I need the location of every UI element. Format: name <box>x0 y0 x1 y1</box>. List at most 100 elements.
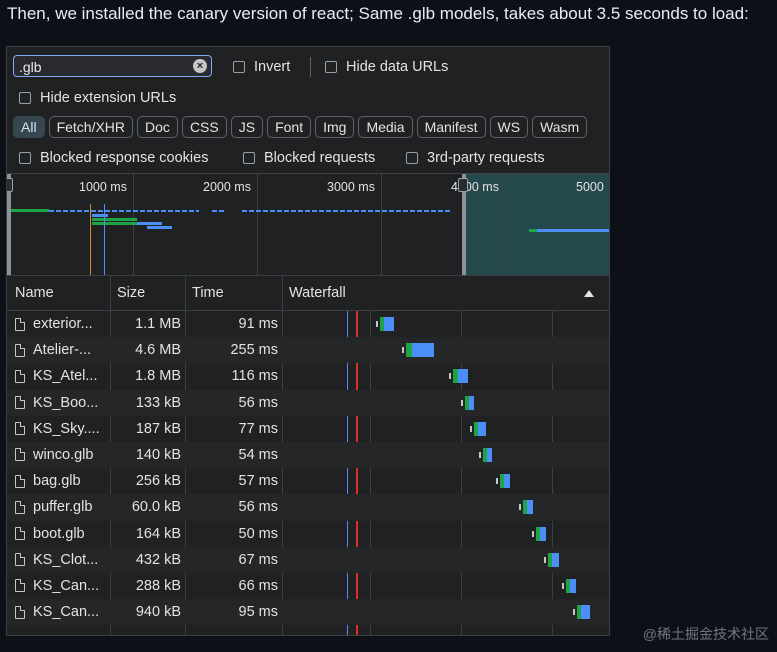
resource-type-filters: All Fetch/XHR Doc CSS JS Font Img Media Manifest… <box>13 116 588 138</box>
table-row[interactable]: KS_Boo... 133 kB 56 ms <box>7 389 609 416</box>
invert-checkbox[interactable]: Invert <box>233 59 290 75</box>
column-header-name[interactable]: Name <box>15 285 54 301</box>
overview-bar <box>147 226 172 229</box>
third-party-label: 3rd-party requests <box>427 150 545 166</box>
file-icon <box>15 500 25 514</box>
overview-gridline <box>381 174 382 276</box>
column-header-time[interactable]: Time <box>192 285 224 301</box>
checkbox-icon <box>19 92 31 104</box>
table-row[interactable]: exterior... 1.1 MB 91 ms <box>7 311 609 337</box>
hide-extension-urls-checkbox[interactable]: Hide extension URLs <box>19 90 176 106</box>
file-icon <box>15 474 25 488</box>
table-row[interactable]: winco.glb 140 kB 54 ms <box>7 441 609 469</box>
waterfall-bar[interactable] <box>380 317 394 331</box>
filter-chip-media[interactable]: Media <box>358 116 413 138</box>
waterfall-queue-mark <box>449 373 451 380</box>
caption-text: Then, we installed the canary version of… <box>7 4 749 23</box>
request-time: 54 ms <box>238 446 279 463</box>
waterfall-bar[interactable] <box>406 343 434 358</box>
overview-marker <box>90 204 91 276</box>
waterfall-bar[interactable] <box>465 395 474 410</box>
overview-bar <box>242 210 452 212</box>
waterfall-queue-mark <box>470 425 472 432</box>
file-icon <box>15 448 25 462</box>
waterfall-download-segment <box>384 317 394 331</box>
blocked-requests-checkbox[interactable]: Blocked requests <box>243 150 375 166</box>
filter-chip-ws[interactable]: WS <box>489 116 529 138</box>
filter-chip-css[interactable]: CSS <box>181 116 227 138</box>
checkbox-icon <box>243 152 255 164</box>
third-party-requests-checkbox[interactable]: 3rd-party requests <box>406 150 545 166</box>
filter-chip-js[interactable]: JS <box>230 116 264 138</box>
waterfall-bar[interactable] <box>474 421 486 436</box>
request-time: 57 ms <box>238 473 279 490</box>
request-time: 91 ms <box>238 316 279 332</box>
filter-chip-img[interactable]: Img <box>315 116 355 138</box>
filter-chip-doc[interactable]: Doc <box>137 116 178 138</box>
table-row[interactable]: puffer.glb 60.0 kB 56 ms <box>7 494 609 521</box>
file-icon <box>15 369 25 383</box>
waterfall-bar[interactable] <box>500 474 510 489</box>
table-row[interactable]: boot.glb 164 kB 50 ms <box>7 521 609 547</box>
request-name: KS_Boo... <box>15 395 98 411</box>
table-row[interactable]: KS_Clot... 432 kB 67 ms <box>7 546 609 573</box>
waterfall-queue-mark <box>496 478 498 485</box>
table-row[interactable]: Atelier-... 4.6 MB 255 ms <box>7 337 609 364</box>
blocked-response-cookies-checkbox[interactable]: Blocked response cookies <box>19 150 208 166</box>
hide-data-urls-checkbox[interactable]: Hide data URLs <box>325 59 448 75</box>
request-name-text: boot.glb <box>33 525 85 542</box>
column-header-waterfall[interactable]: Waterfall <box>289 285 346 301</box>
filter-chip-all[interactable]: All <box>13 116 45 138</box>
clear-filter-icon[interactable]: × <box>193 59 207 73</box>
request-size: 187 kB <box>135 420 181 437</box>
overview-bar <box>92 214 108 217</box>
waterfall-bar[interactable] <box>548 552 559 567</box>
request-name-text: puffer.glb <box>33 499 93 516</box>
request-size: 1.1 MB <box>135 316 181 332</box>
request-name-text: KS_Can... <box>33 604 100 621</box>
overview-bar <box>49 210 199 212</box>
filter-input[interactable]: .glb × <box>13 55 212 77</box>
request-name-text: KS_Atel... <box>33 368 98 385</box>
request-name: bag.glb <box>15 473 81 489</box>
waterfall-bar[interactable] <box>523 500 533 515</box>
sort-ascending-icon[interactable] <box>584 290 594 297</box>
request-name-text: bag.glb <box>33 473 81 490</box>
request-name: winco.glb <box>15 447 93 463</box>
request-name: boot.glb <box>15 526 85 542</box>
waterfall-bar[interactable] <box>566 578 576 593</box>
request-time: 77 ms <box>238 420 279 437</box>
request-time: 67 ms <box>238 551 279 568</box>
waterfall-bar[interactable] <box>577 605 590 620</box>
filter-chip-font[interactable]: Font <box>267 116 312 138</box>
filter-chip-wasm[interactable]: Wasm <box>532 116 588 138</box>
request-time: 56 ms <box>238 394 279 411</box>
right-grip-icon[interactable] <box>458 178 468 192</box>
file-icon <box>15 343 25 357</box>
table-row[interactable]: KS_Sky.... 187 kB 77 ms <box>7 416 609 442</box>
table-row[interactable]: KS_Atel... 1.8 MB 116 ms <box>7 363 609 389</box>
blocked-requests-label: Blocked requests <box>264 150 376 166</box>
request-time: 255 ms <box>230 342 278 359</box>
request-size: 288 kB <box>135 577 181 594</box>
filter-chip-fetch-xhr[interactable]: Fetch/XHR <box>48 116 134 138</box>
network-overview[interactable]: 1000 ms 2000 ms 3000 ms 4000 ms 5000 <box>7 173 609 276</box>
hide-data-urls-label: Hide data URLs <box>346 59 449 75</box>
waterfall-bar[interactable] <box>483 447 492 462</box>
waterfall-bar[interactable] <box>453 369 468 384</box>
request-name: KS_Sky.... <box>15 421 100 437</box>
overview-marker <box>104 204 105 276</box>
waterfall-queue-mark <box>402 347 404 354</box>
filter-chip-manifest[interactable]: Manifest <box>416 116 486 138</box>
request-name-text: KS_Sky.... <box>33 420 100 437</box>
table-row[interactable]: KS_Can... 288 kB 66 ms <box>7 573 609 599</box>
request-time: 50 ms <box>238 525 279 542</box>
left-grip-icon[interactable] <box>7 178 13 192</box>
table-row[interactable]: bag.glb 256 kB 57 ms <box>7 468 609 494</box>
table-header: Name Size Time Waterfall <box>7 276 609 311</box>
table-body: exterior... 1.1 MB 91 ms Atelier-... 4.6 MB 2… <box>7 311 609 635</box>
waterfall-queue-mark <box>573 609 575 616</box>
column-header-size[interactable]: Size <box>117 285 145 301</box>
waterfall-bar[interactable] <box>536 526 546 541</box>
table-row[interactable]: KS_Can... 940 kB 95 ms <box>7 599 609 626</box>
